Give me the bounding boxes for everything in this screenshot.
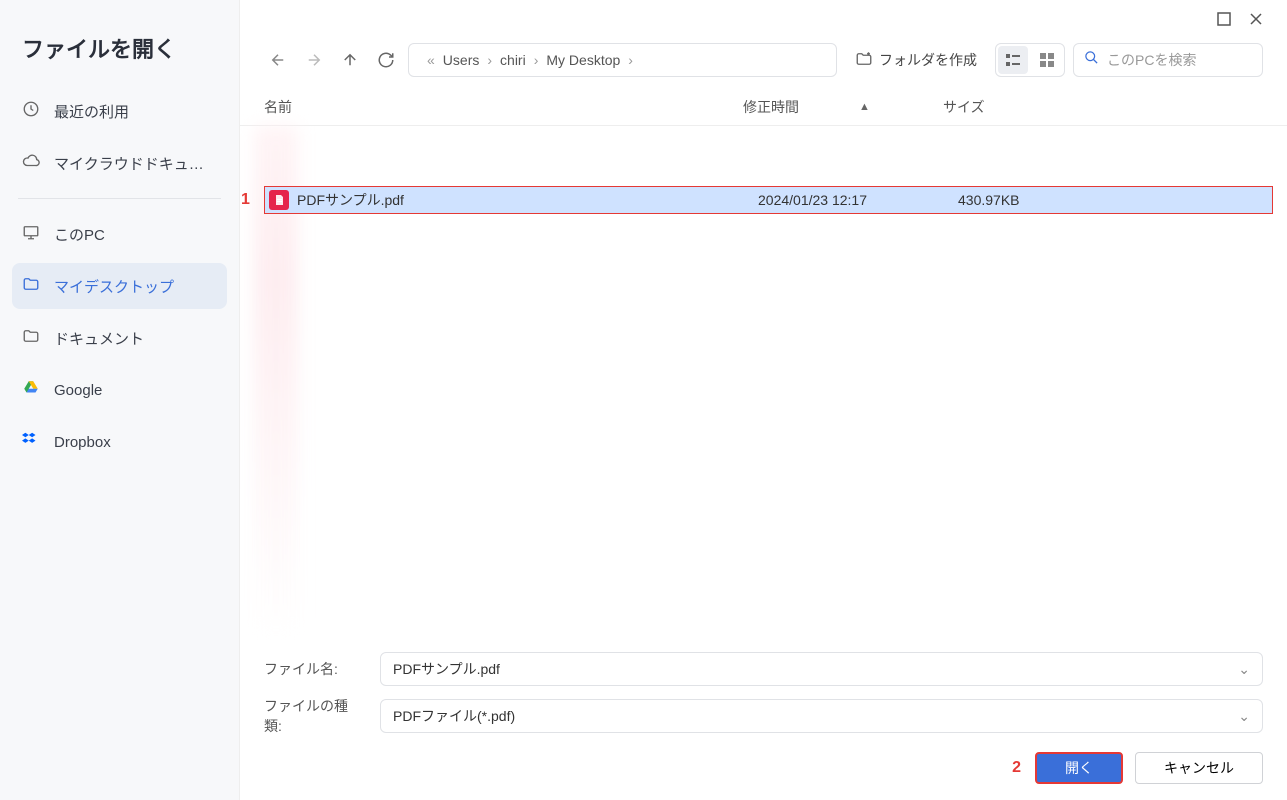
sidebar: ファイルを開く 最近の利用 マイクラウドドキュ… このPC マイデスクトップ ド…: [0, 0, 240, 800]
redacted-row: [250, 442, 1273, 494]
search-icon: [1084, 50, 1099, 70]
sort-asc-icon: ▲: [859, 101, 870, 113]
redacted-row: [250, 498, 1273, 550]
file-date: 2024/01/23 12:17: [758, 192, 958, 208]
chevron-right-icon: ›: [534, 52, 539, 68]
forward-button[interactable]: [300, 46, 328, 74]
monitor-icon: [22, 223, 40, 245]
filetype-value: PDFファイル(*.pdf): [393, 706, 515, 726]
sidebar-item-label: Dropbox: [54, 434, 111, 451]
maximize-icon[interactable]: [1217, 12, 1231, 31]
clock-icon: [22, 100, 40, 122]
sidebar-item-google[interactable]: Google: [12, 367, 227, 413]
bottom-panel: ファイル名: PDFサンプル.pdf ⌄ ファイルの種類: PDFファイル(*.…: [240, 636, 1287, 800]
filename-field[interactable]: PDFサンプル.pdf ⌄: [380, 652, 1263, 686]
open-button[interactable]: 開く: [1035, 752, 1123, 784]
search-input[interactable]: [1107, 52, 1252, 68]
create-folder-label: フォルダを作成: [879, 50, 977, 70]
cloud-icon: [22, 152, 40, 174]
google-drive-icon: [22, 379, 40, 401]
breadcrumb-part[interactable]: My Desktop: [546, 52, 620, 68]
redacted-row: [250, 274, 1273, 326]
file-row[interactable]: PDFサンプル.pdf 2024/01/23 12:17 430.97KB: [264, 186, 1273, 214]
sidebar-item-documents[interactable]: ドキュメント: [12, 315, 227, 361]
redacted-row: [250, 218, 1273, 270]
breadcrumb[interactable]: « Users › chiri › My Desktop ›: [408, 43, 837, 77]
redacted-row: [250, 386, 1273, 438]
pdf-icon: [269, 190, 289, 210]
search-box[interactable]: [1073, 43, 1263, 77]
column-date[interactable]: 修正時間 ▲: [743, 97, 943, 117]
back-button[interactable]: [264, 46, 292, 74]
sidebar-item-label: Google: [54, 382, 102, 399]
annotation-2: 2: [1012, 759, 1021, 777]
file-size: 430.97KB: [958, 192, 1268, 208]
sidebar-item-label: マイクラウドドキュ…: [54, 153, 204, 174]
column-headers: 名前 修正時間 ▲ サイズ: [240, 89, 1287, 126]
view-toggle: [995, 43, 1065, 77]
column-size[interactable]: サイズ: [943, 97, 1263, 117]
breadcrumb-part[interactable]: Users: [443, 52, 480, 68]
chevron-right-icon: ›: [487, 52, 492, 68]
sidebar-item-label: ドキュメント: [54, 328, 144, 349]
breadcrumb-part[interactable]: chiri: [500, 52, 526, 68]
action-buttons: 2 開く キャンセル: [264, 752, 1263, 784]
list-view-button[interactable]: [998, 46, 1028, 74]
filetype-label: ファイルの種類:: [264, 696, 364, 736]
chevron-right-icon: ›: [628, 52, 633, 68]
sidebar-item-label: このPC: [54, 224, 105, 245]
redacted-row: [250, 330, 1273, 382]
file-list: PDFサンプル.pdf 2024/01/23 12:17 430.97KB: [240, 126, 1287, 636]
sidebar-item-cloud[interactable]: マイクラウドドキュ…: [12, 140, 227, 186]
main-panel: « Users › chiri › My Desktop › フォルダを作成: [240, 0, 1287, 800]
create-folder-button[interactable]: フォルダを作成: [845, 43, 987, 77]
filename-value: PDFサンプル.pdf: [393, 659, 500, 679]
refresh-button[interactable]: [372, 46, 400, 74]
sidebar-item-desktop[interactable]: マイデスクトップ: [12, 263, 227, 309]
filename-label: ファイル名:: [264, 659, 364, 679]
close-icon[interactable]: [1249, 12, 1263, 31]
filetype-field[interactable]: PDFファイル(*.pdf) ⌄: [380, 699, 1263, 733]
redacted-row: [250, 130, 1273, 182]
sidebar-item-label: マイデスクトップ: [54, 276, 174, 297]
chevron-down-icon: ⌄: [1238, 708, 1250, 725]
up-button[interactable]: [336, 46, 364, 74]
sidebar-item-recent[interactable]: 最近の利用: [12, 88, 227, 134]
breadcrumb-ellipsis[interactable]: «: [427, 52, 435, 68]
sidebar-item-dropbox[interactable]: Dropbox: [12, 419, 227, 465]
sidebar-item-this-pc[interactable]: このPC: [12, 211, 227, 257]
folder-icon: [22, 327, 40, 349]
column-name[interactable]: 名前: [264, 97, 743, 117]
divider: [18, 198, 221, 199]
dropbox-icon: [22, 431, 40, 453]
dialog-title: ファイルを開く: [12, 24, 227, 88]
folder-plus-icon: [855, 50, 873, 71]
file-name: PDFサンプル.pdf: [297, 190, 758, 210]
toolbar: « Users › chiri › My Desktop › フォルダを作成: [240, 31, 1287, 89]
folder-icon: [22, 275, 40, 297]
titlebar: [240, 0, 1287, 31]
chevron-down-icon: ⌄: [1238, 661, 1250, 678]
sidebar-item-label: 最近の利用: [54, 101, 129, 122]
cancel-button[interactable]: キャンセル: [1135, 752, 1263, 784]
grid-view-button[interactable]: [1032, 46, 1062, 74]
